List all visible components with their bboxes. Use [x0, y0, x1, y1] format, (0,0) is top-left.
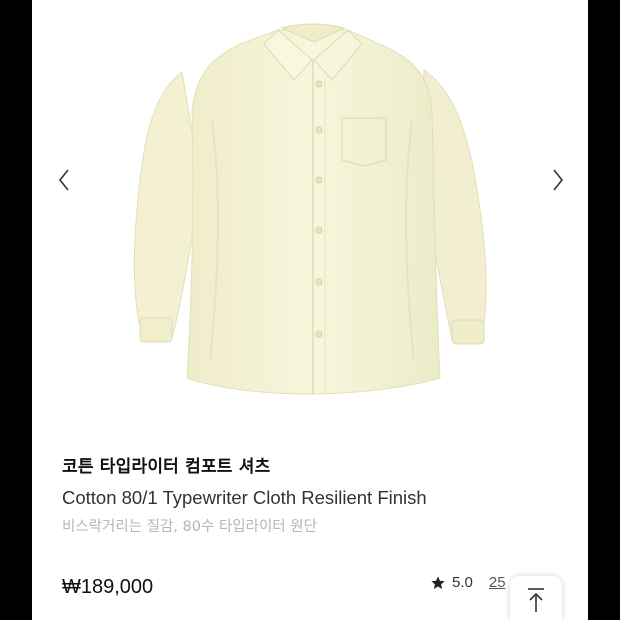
product-price: ₩189,000: [62, 576, 154, 598]
prev-image-button[interactable]: [50, 166, 78, 198]
product-description: 비스락거리는 질감, 80수 타입라이터 원단: [62, 519, 317, 535]
shirt-illustration: [133, 23, 487, 395]
product-info: 코튼 타입라이터 컴포트 셔츠 Cotton 80/1 Typewriter C…: [62, 455, 588, 538]
product-detail-screen: 코튼 타입라이터 컴포트 셔츠 Cotton 80/1 Typewriter C…: [32, 0, 588, 620]
rating-value: 5.0: [452, 574, 473, 591]
chevron-right-icon: [551, 168, 565, 196]
next-image-button[interactable]: [544, 166, 572, 198]
star-icon: [430, 575, 446, 591]
product-name-en: Cotton 80/1 Typewriter Cloth Resilient F…: [62, 487, 427, 508]
rating-summary: 5.0 25: [430, 574, 506, 591]
chevron-left-icon: [57, 168, 71, 196]
arrow-up-icon: [525, 576, 547, 618]
scroll-to-top-button[interactable]: [510, 576, 562, 620]
product-image[interactable]: [32, 0, 588, 425]
product-name-ko: 코튼 타입라이터 컴포트 셔츠: [62, 457, 271, 477]
